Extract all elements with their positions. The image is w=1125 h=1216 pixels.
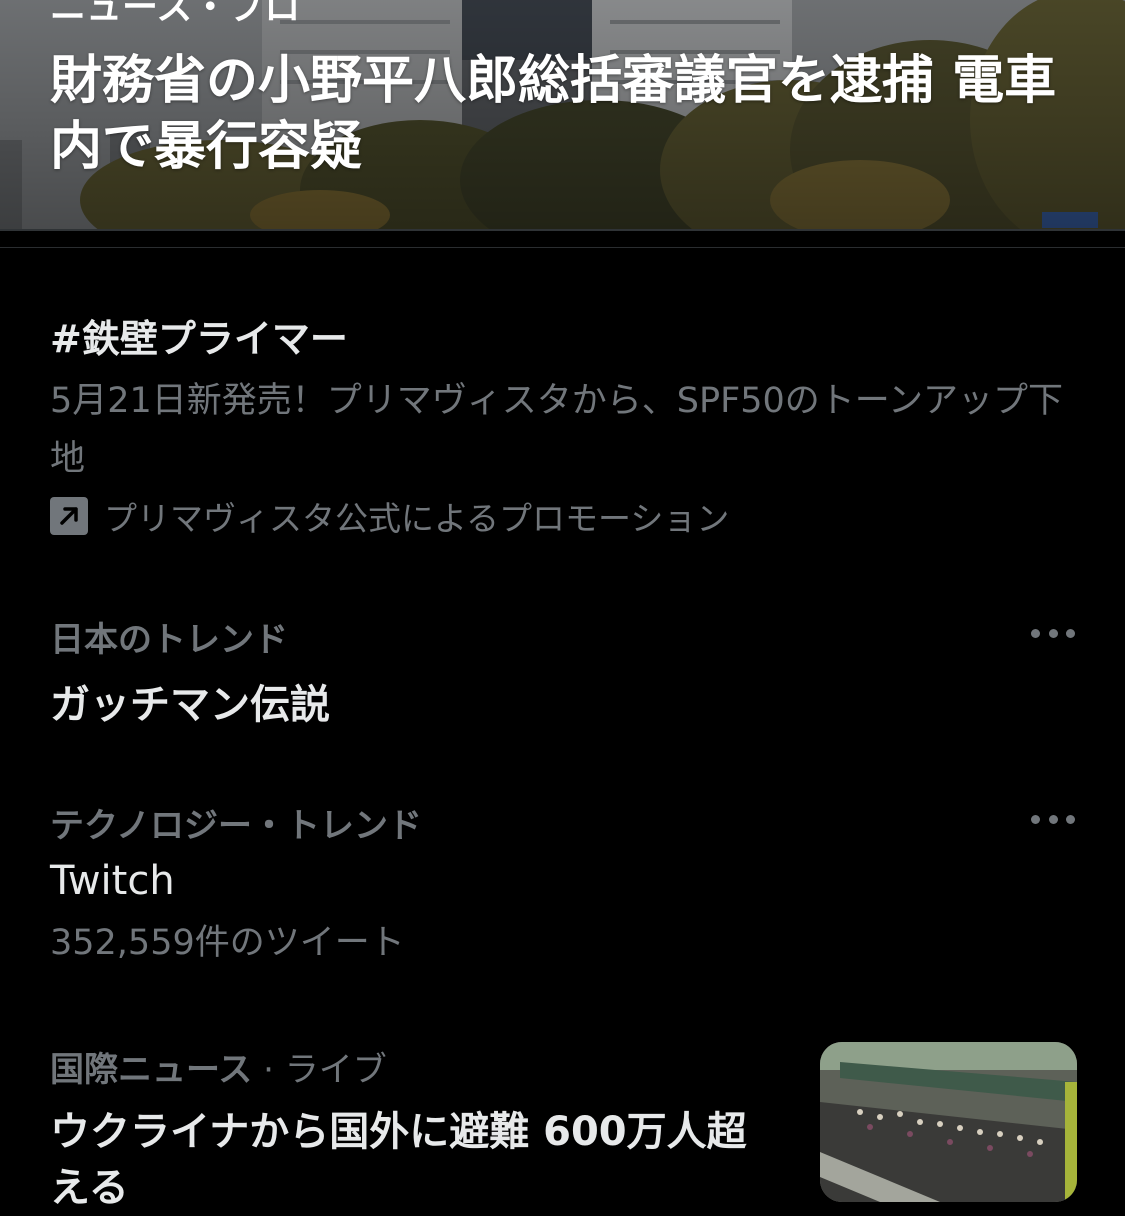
more-dots-icon[interactable] — [1031, 812, 1075, 826]
promoted-description: 5月21日新発売！プリマヴィスタから、SPF50のトーンアップ下地 — [50, 381, 1064, 479]
hero-news-card[interactable]: ニュース・プロ 財務省の小野平八郎総括審議官を逮捕 電車内で暴行容疑 — [0, 0, 1125, 229]
promoted-arrow-icon — [50, 497, 88, 535]
promoted-by-label: プリマヴィスタ公式によるプロモーション — [104, 499, 730, 538]
tweet-count: 352,559件のツイート — [50, 923, 405, 963]
news-title[interactable]: ウクライナから国外に避難 600万人超える — [50, 1104, 750, 1216]
hero-headline[interactable]: 財務省の小野平八郎総括審議官を逮捕 電車内で暴行容疑 — [50, 48, 1060, 180]
trend-category: テクノロジー・トレンド — [50, 806, 422, 846]
live-status: ライブ — [284, 1050, 387, 1090]
promoted-hashtag[interactable]: #鉄壁プライマー — [50, 308, 348, 363]
news-category: 国際ニュース — [50, 1050, 253, 1090]
news-thumbnail-image — [820, 1042, 1077, 1202]
trend-title[interactable]: Twitch — [50, 858, 175, 904]
hero-kicker: ニュース・プロ — [50, 0, 301, 28]
promoted-by-line: プリマヴィスタ公式によるプロモーション — [50, 492, 729, 540]
news-category-line: 国際ニュース · ライブ — [50, 1042, 387, 1091]
more-dots-icon[interactable] — [1031, 626, 1075, 640]
trend-category: 日本のトレンド — [50, 620, 288, 660]
trend-title[interactable]: ガッチマン伝説 — [50, 672, 330, 730]
divider — [0, 247, 1125, 248]
news-thumbnail[interactable] — [820, 1042, 1077, 1202]
divider — [0, 229, 1125, 231]
separator: · — [252, 1050, 285, 1090]
